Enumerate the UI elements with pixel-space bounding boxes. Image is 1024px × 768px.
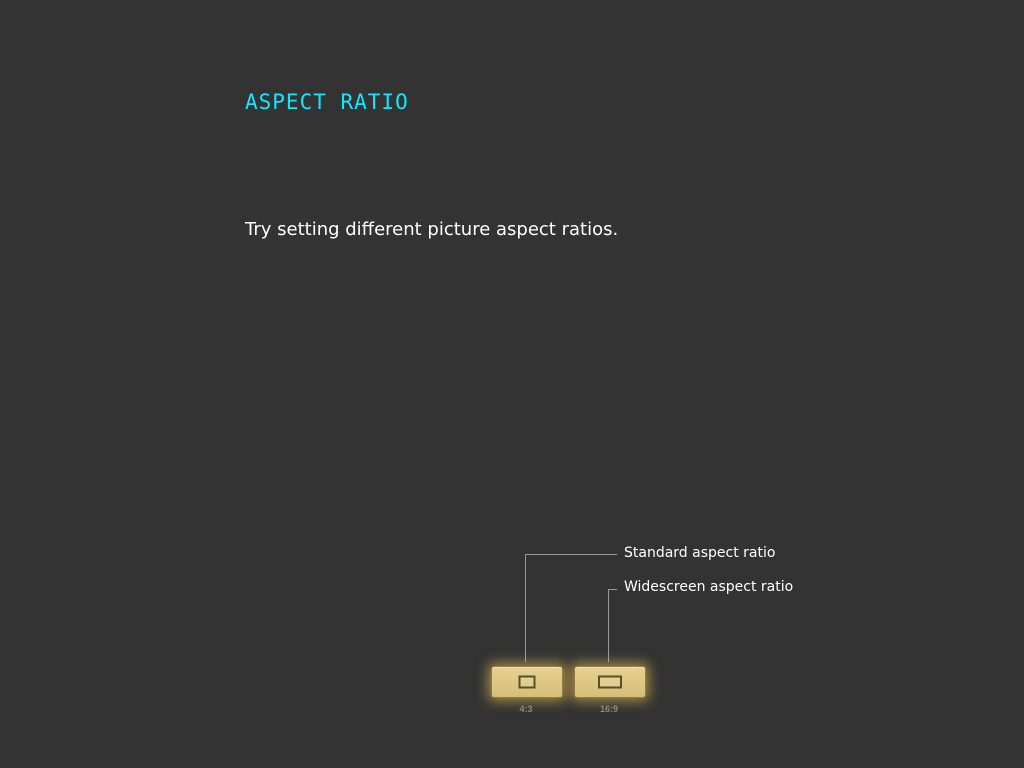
- standard-callout-line-horizontal: [525, 554, 617, 555]
- instructions-text: Try setting different picture aspect rat…: [245, 219, 619, 240]
- aspect-4-3-button[interactable]: [491, 666, 563, 698]
- widescreen-aspect-callout: Widescreen aspect ratio: [624, 579, 794, 595]
- page-title: Aspect Ratio: [245, 90, 409, 114]
- standard-aspect-icon: [518, 675, 536, 689]
- standard-aspect-callout: Standard aspect ratio: [624, 545, 776, 561]
- widescreen-callout-line-vertical: [608, 589, 609, 662]
- aspect-16-9-button[interactable]: [574, 666, 646, 698]
- aspect-16-9-label: 16:9: [599, 704, 618, 714]
- widescreen-callout-line-horizontal: [608, 589, 617, 590]
- aspect-4-3-label: 4:3: [519, 704, 533, 714]
- standard-callout-line-vertical: [525, 554, 526, 662]
- widescreen-aspect-icon: [598, 675, 622, 689]
